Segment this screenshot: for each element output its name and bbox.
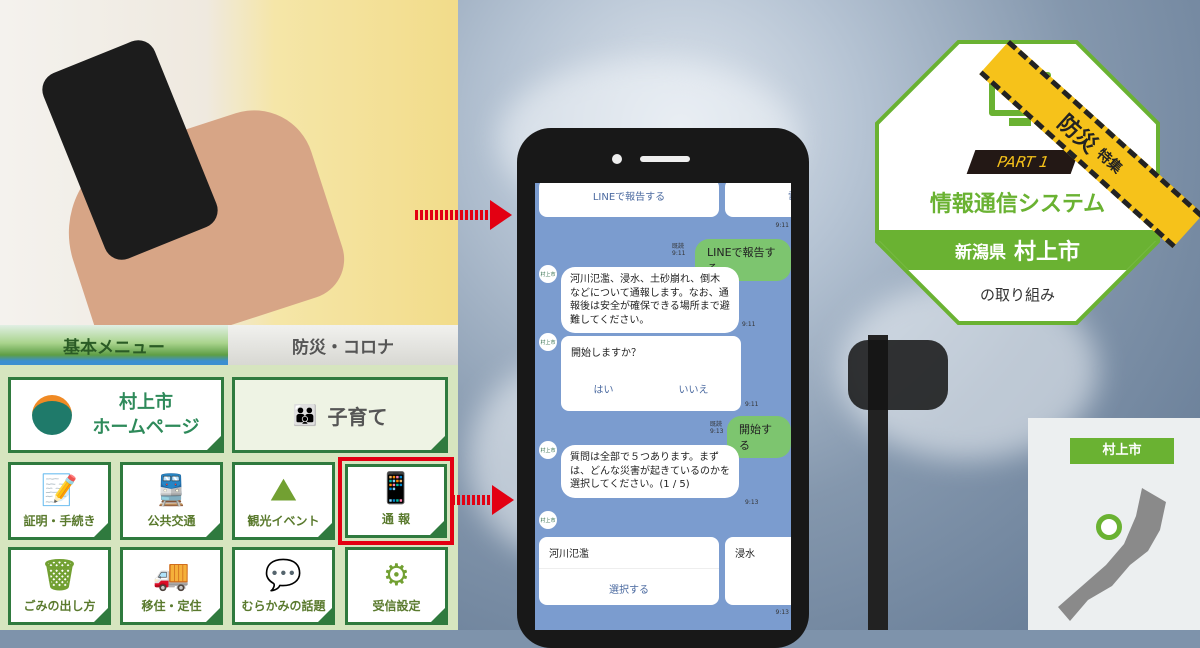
speaker [640,156,690,162]
tile-childcare[interactable]: 👪 子育て [232,377,448,453]
tile-tourism-events[interactable]: ⛰ 観光イベント [232,462,335,540]
card-title: 浸水 [735,549,755,560]
read-receipt: 既読 [710,421,723,428]
timestamp: 9:13 [775,609,789,616]
city-logo-icon [32,395,73,435]
line-chat-screen: LINEで報告する 電 9:11 既読 9:11 LINEで報告する 村上市 河… [535,183,791,630]
timestamp: 9:11 [742,321,756,328]
tile-label: 村上市 ホームページ [92,391,200,438]
search-magnifier-icon [1096,514,1122,540]
family-icon: 👪 [292,403,318,427]
truck-icon: 🚚 [152,558,191,593]
prefecture: 新潟県 [954,242,1006,263]
tile-report[interactable]: 📱 通 報 [338,457,454,545]
timestamp: 9:13 [710,428,724,435]
tile-migration[interactable]: 🚚 移住・定住 [120,547,223,625]
no-button[interactable]: いいえ [679,381,709,396]
bot-avatar: 村上市 [539,333,557,351]
tile-label: 移住・定住 [141,599,202,613]
timestamp: 9:11 [745,401,759,408]
document-pen-icon: 📝 [40,473,79,508]
carousel-card: 河川氾濫 選択する [539,537,719,605]
tile-label: 公共交通 [147,514,196,528]
tile-notification-settings[interactable]: ⚙ 受信設定 [345,547,448,625]
carousel-button[interactable]: LINEで報告する [539,183,719,217]
timestamp: 9:13 [745,499,759,506]
carousel-card: 浸水 [725,537,791,605]
app-menu: 基本メニュー 防災・コロナ 村上市 ホームページ 👪 子育て 📝 証明・手続き 🚆… [0,325,458,630]
part-label: PART 1 [966,150,1080,174]
camera [612,154,622,164]
tile-label: 通 報 [381,512,411,526]
tile-label: 子育て [327,404,388,429]
tape-small-text: 特集 [1093,146,1125,177]
tile-label: 受信設定 [372,599,421,613]
carousel-button[interactable]: 電 [725,183,791,217]
bot-avatar: 村上市 [539,441,557,459]
tile-public-transport[interactable]: 🚆 公共交通 [120,462,223,540]
mountain-fan-icon: ⛰ [270,473,297,508]
trash-icon: 🗑 [40,558,79,593]
arrow-right-icon [415,200,512,230]
bot-avatar: 村上市 [539,511,557,529]
read-receipt: 既読 [672,243,685,250]
tile-label: ごみの出し方 [23,599,96,613]
tile-certificates[interactable]: 📝 証明・手続き [8,462,111,540]
train-icon: 🚆 [152,473,191,508]
bot-message: 質問は全部で５つあります。まずは、どんな災害が起きているのかを選択してください。… [561,445,739,498]
bot-avatar: 村上市 [539,265,557,283]
confirm-question: 開始しますか？ [571,348,641,359]
hand-holding-phone-photo [0,0,458,366]
yes-button[interactable]: はい [594,381,614,396]
tile-label: 観光イベント [247,514,320,528]
select-button[interactable]: 選択する [539,581,719,596]
tile-garbage[interactable]: 🗑 ごみの出し方 [8,547,111,625]
japan-map [1058,488,1166,621]
loudspeakers [848,340,948,410]
timestamp: 9:11 [672,250,686,257]
city: 村上市 [1013,240,1080,265]
bot-message: 河川氾濫、浸水、土砂崩れ、倒木などについて通報します。なお、通報後は安全が確保で… [561,267,739,333]
card-title: 河川氾濫 [539,537,719,569]
tile-label: 証明・手続き [23,514,96,528]
tile-topics[interactable]: 💬 むらかみの話題 [232,547,335,625]
japan-map-card: 村上市 [1028,418,1200,630]
chat-bubbles-icon: 💬 [264,558,303,593]
tab-disaster-corona[interactable]: 防災・コロナ [228,325,458,365]
timestamp: 9:11 [775,222,789,229]
map-label: 村上市 [1070,438,1174,464]
region-band: 新潟県 村上市 [879,230,1156,270]
arrow-right-icon [452,485,514,515]
tile-label: むらかみの話題 [241,599,326,613]
tab-basic-menu[interactable]: 基本メニュー [0,325,228,365]
gear-icon: ⚙ [383,558,410,593]
tile-city-homepage[interactable]: 村上市 ホームページ [8,377,224,453]
confirm-card: 開始しますか？ はい いいえ [561,336,741,411]
phone-alert-icon: 📱 [377,471,415,506]
